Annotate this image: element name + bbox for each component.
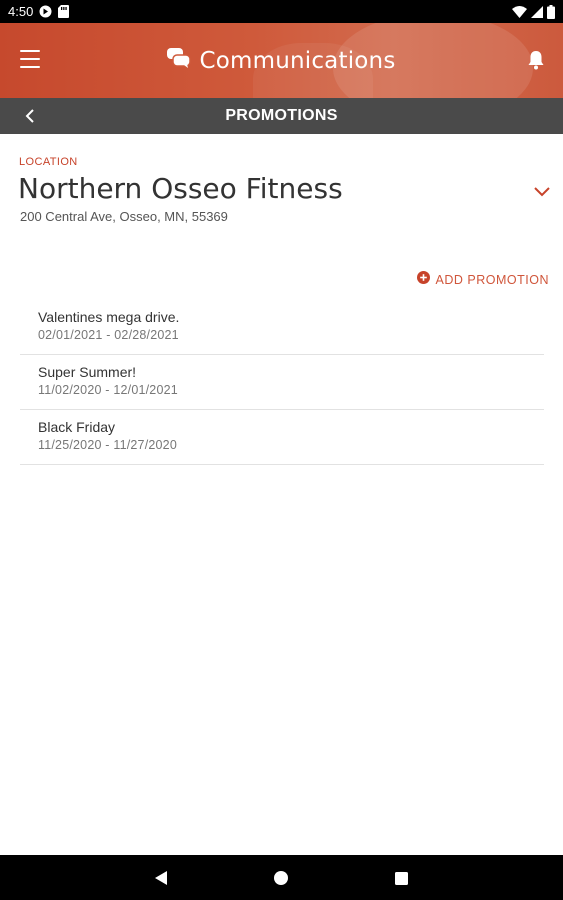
promotion-dates: 11/02/2020 - 12/01/2021 bbox=[38, 383, 178, 397]
system-nav-bar bbox=[0, 855, 563, 900]
status-time: 4:50 bbox=[8, 4, 34, 19]
status-left: 4:50 bbox=[8, 4, 70, 19]
location-label: LOCATION bbox=[19, 156, 78, 168]
promotion-dates: 11/25/2020 - 11/27/2020 bbox=[38, 438, 177, 452]
battery-icon bbox=[547, 4, 555, 19]
plus-circle-icon bbox=[416, 271, 430, 289]
back-triangle-icon[interactable] bbox=[150, 867, 172, 889]
google-play-icon bbox=[39, 5, 52, 18]
promotion-name: Black Friday bbox=[38, 419, 116, 435]
recents-square-icon[interactable] bbox=[390, 867, 412, 889]
add-promotion-label: ADD PROMOTION bbox=[435, 273, 549, 287]
status-bar: 4:50 bbox=[0, 0, 563, 23]
promotion-item[interactable]: Super Summer! 11/02/2020 - 12/01/2021 bbox=[20, 355, 544, 410]
promotion-list: Valentines mega drive. 02/01/2021 - 02/2… bbox=[20, 300, 544, 465]
promotion-item[interactable]: Valentines mega drive. 02/01/2021 - 02/2… bbox=[20, 300, 544, 355]
signal-icon bbox=[531, 5, 543, 18]
promotion-name: Valentines mega drive. bbox=[38, 309, 180, 325]
app-header: Communications bbox=[0, 23, 563, 98]
status-right bbox=[512, 4, 555, 19]
chat-icon bbox=[167, 48, 192, 73]
promotion-dates: 02/01/2021 - 02/28/2021 bbox=[38, 328, 179, 342]
sd-card-icon bbox=[58, 5, 70, 18]
chevron-down-icon[interactable] bbox=[533, 182, 551, 200]
location-address: 200 Central Ave, Osseo, MN, 55369 bbox=[20, 209, 228, 224]
menu-icon[interactable] bbox=[20, 50, 40, 68]
sub-header: PROMOTIONS bbox=[0, 98, 563, 134]
bell-icon[interactable] bbox=[527, 50, 545, 70]
header-background-decor bbox=[253, 43, 373, 98]
location-selector[interactable]: LOCATION Northern Osseo Fitness 200 Cent… bbox=[0, 134, 563, 248]
home-circle-icon[interactable] bbox=[270, 867, 292, 889]
add-promotion-button[interactable]: ADD PROMOTION bbox=[416, 271, 549, 289]
wifi-icon bbox=[512, 5, 527, 18]
promotion-item[interactable]: Black Friday 11/25/2020 - 11/27/2020 bbox=[20, 410, 544, 465]
page-title: PROMOTIONS bbox=[225, 107, 338, 124]
location-name: Northern Osseo Fitness bbox=[18, 172, 343, 205]
chevron-left-icon[interactable] bbox=[20, 106, 40, 126]
promotion-name: Super Summer! bbox=[38, 364, 137, 380]
